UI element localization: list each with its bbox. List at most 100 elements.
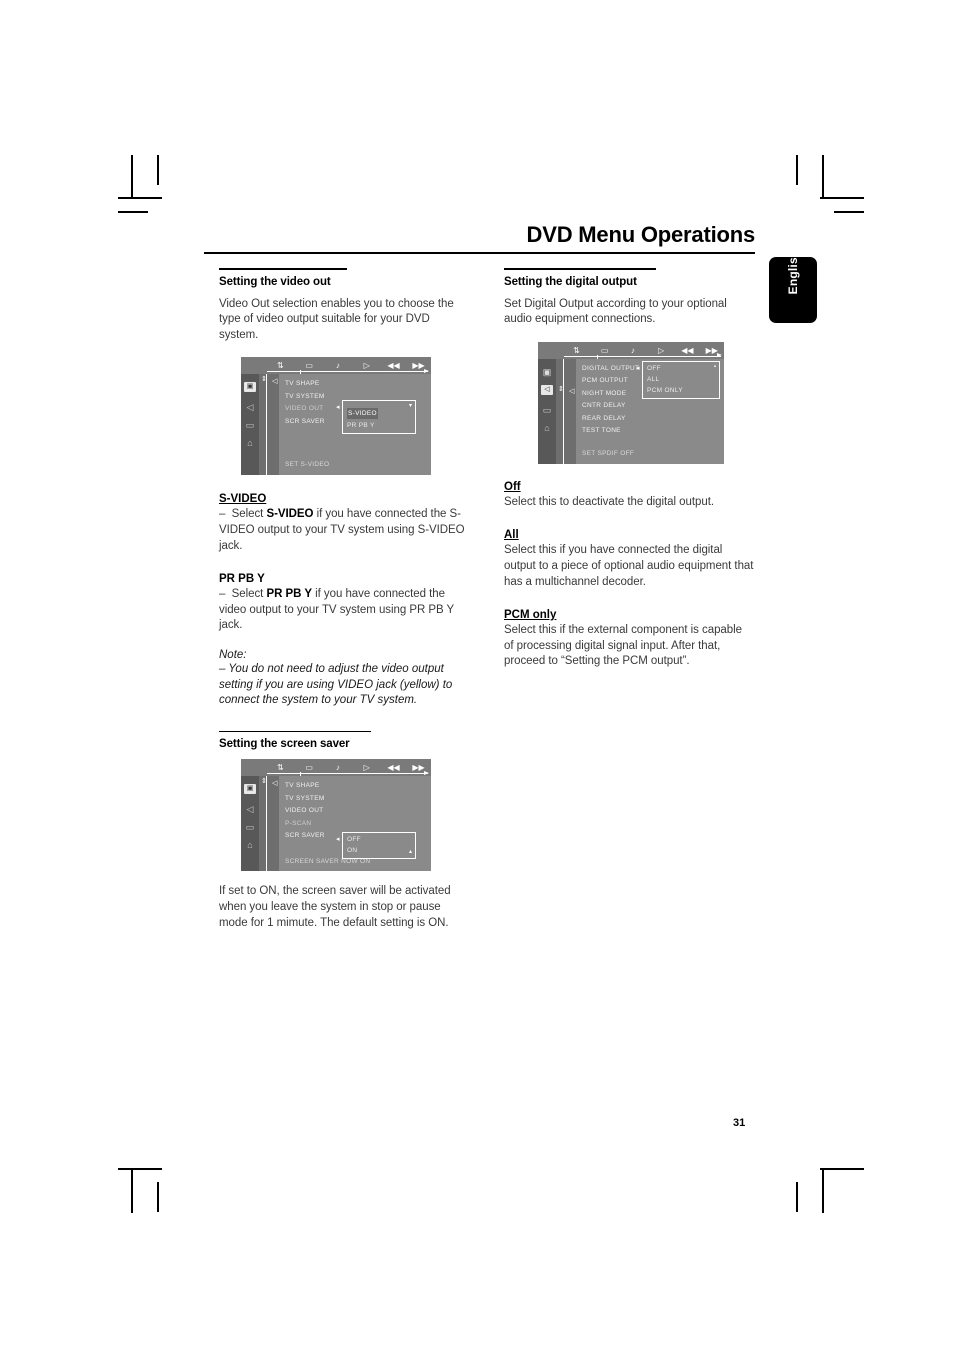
osd-topline	[564, 353, 722, 358]
language-tab-label: English	[786, 249, 800, 295]
preferences-icon[interactable]: ⌂	[241, 836, 259, 854]
menu-item[interactable]: CNTR DELAY	[582, 400, 724, 413]
osd-popup-screen-saver: ◂ OFF ON ▴	[336, 832, 416, 860]
osd-gutter-line	[266, 776, 267, 872]
popup-pointer-icon: ◂	[336, 836, 340, 844]
term-title: PCM only	[504, 609, 557, 622]
preferences-icon[interactable]: ⌂	[241, 434, 259, 452]
crop-mark-bl-vertical	[131, 1169, 133, 1213]
crop-mark-tr-horizontal-2	[834, 211, 864, 213]
term-block-all: All Select this if you have connected th…	[504, 525, 754, 590]
intro-digital-output: Set Digital Output according to your opt…	[504, 297, 727, 326]
crop-mark-tr-vertical-2	[796, 155, 798, 185]
osd-footer: SET S-VIDEO	[285, 461, 330, 469]
chevron-down-icon[interactable]: ▾	[409, 402, 412, 410]
tv-picture-icon[interactable]: ▣	[244, 784, 256, 795]
subtitle-icon[interactable]: ▭	[241, 416, 259, 434]
osd-rail: ▣ ◁ ▭ ⌂	[538, 358, 556, 464]
crop-mark-br-horizontal	[820, 1168, 864, 1170]
term-dash: –	[219, 508, 226, 521]
term-lead: Select	[231, 588, 264, 601]
menu-item[interactable]: TEST TONE	[582, 425, 724, 438]
osd-topbar: ⇅ ▭ ♪ ▷ ◀◀ ▶▶	[241, 357, 431, 375]
crop-mark-bl-vertical-2	[157, 1182, 159, 1212]
menu-item[interactable]: TV SHAPE	[285, 780, 431, 793]
crop-mark-tr-horizontal	[820, 197, 864, 199]
osd-gutter-line	[266, 374, 267, 476]
note-block: Note: – You do not need to adjust the vi…	[219, 649, 469, 709]
popup-option[interactable]: PR PB Y	[347, 420, 411, 431]
note-text: – You do not need to adjust the video ou…	[219, 662, 453, 707]
popup-marker-icon[interactable]: ▪	[714, 363, 716, 371]
term-title: Off	[504, 480, 521, 493]
subtitle-icon[interactable]: ▭	[241, 818, 259, 836]
osd-gutter: ⇕ ◁	[259, 776, 279, 872]
osd-topline	[267, 770, 429, 775]
popup-pointer-icon: ◂	[636, 364, 640, 372]
osd-gutter: ⇕ ◁	[259, 374, 279, 476]
section-rule	[219, 268, 347, 270]
osd-gutter-line	[563, 358, 564, 464]
popup-option-selected[interactable]: S-VIDEO	[347, 408, 378, 420]
preferences-icon[interactable]: ⌂	[538, 419, 556, 437]
menu-item[interactable]: REAR DELAY	[582, 413, 724, 426]
left-column: Setting the video out Video Out selectio…	[219, 268, 469, 945]
osd-gutter: ⇕ ◁	[556, 358, 576, 464]
section-rule	[504, 268, 656, 270]
term-block-pcm-only: PCM only Select this if the external com…	[504, 605, 754, 670]
osd-topbar: ⇅ ▭ ♪ ▷ ◀◀ ▶▶	[538, 341, 724, 359]
up-down-icon: ⇕	[261, 778, 267, 786]
title-rule	[204, 252, 755, 255]
osd-topline	[267, 368, 429, 373]
term-lead: Select	[231, 508, 264, 521]
menu-item[interactable]: VIDEO OUT	[285, 805, 431, 818]
subtitle-icon[interactable]: ▭	[538, 401, 556, 419]
menu-item[interactable]: TV SHAPE	[285, 378, 431, 391]
osd-body: ▣ ◁ ▭ ⌂ ⇕ ◁ TV SHAPE TV SYSTEM VIDEO OUT…	[241, 776, 431, 872]
osd-popup-video-out: ◂ S-VIDEO PR PB Y ▾	[336, 400, 416, 435]
osd-body: ▣ ◁ ▭ ⌂ ⇕ ◁ DIGITAL OUTPUT PCM OUTPUT NI…	[538, 358, 724, 464]
term-title: S-VIDEO	[219, 493, 267, 506]
term-strong: PR PB Y	[266, 588, 312, 601]
body-screen-saver: If set to ON, the screen saver will be a…	[219, 885, 451, 929]
osd-topbar: ⇅ ▭ ♪ ▷ ◀◀ ▶▶	[241, 759, 431, 777]
crop-mark-tl-horizontal	[118, 197, 162, 199]
crop-mark-tr-vertical	[822, 155, 824, 199]
term-body: – Select S-VIDEO if you have connected t…	[219, 507, 469, 554]
popup-option-selected[interactable]: ON	[347, 845, 411, 856]
speaker-icon[interactable]: ◁	[241, 398, 259, 416]
osd-menu-items: TV SHAPE TV SYSTEM VIDEO OUT SCR SAVER S…	[279, 374, 431, 476]
popup-option[interactable]: PCM ONLY	[647, 385, 715, 396]
crop-mark-br-vertical-2	[796, 1182, 798, 1212]
note-label: Note:	[219, 648, 247, 661]
osd-popup-digital-output: ◂ OFF ALL PCM ONLY ▪	[636, 360, 720, 399]
term-dash: –	[219, 588, 226, 601]
speaker-icon[interactable]: ◁	[241, 800, 259, 818]
up-down-icon: ⇕	[558, 385, 564, 393]
heading-setting-screen-saver: Setting the screen saver	[219, 738, 350, 751]
osd-menu-items: TV SHAPE TV SYSTEM VIDEO OUT P-SCAN SCR …	[279, 776, 431, 872]
menu-item[interactable]: TV SYSTEM	[285, 793, 431, 806]
osd-rail: ▣ ◁ ▭ ⌂	[241, 776, 259, 872]
term-body: Select this to deactivate the digital ou…	[504, 495, 714, 508]
intro-video-out: Video Out selection enables you to choos…	[219, 297, 454, 341]
popup-option-selected[interactable]: OFF	[647, 363, 715, 374]
tv-picture-icon[interactable]: ▣	[538, 363, 556, 381]
chevron-up-icon[interactable]: ▴	[409, 848, 412, 856]
crop-mark-bl-horizontal	[118, 1168, 162, 1170]
page-number: 31	[733, 1117, 746, 1129]
term-title: PR PB Y	[219, 573, 265, 586]
popup-option[interactable]: OFF	[347, 834, 411, 845]
popup-option[interactable]: ALL	[647, 374, 715, 385]
tv-picture-icon[interactable]: ▣	[244, 382, 256, 393]
left-arrow-icon: ◁	[272, 780, 278, 788]
osd-footer: SET SPDIF OFF	[582, 449, 635, 457]
menu-item[interactable]: P-SCAN	[285, 818, 431, 831]
popup-pointer-icon: ◂	[336, 404, 340, 412]
osd-screen-saver: ⇅ ▭ ♪ ▷ ◀◀ ▶▶ ▣ ◁ ▭ ⌂ ⇕ ◁ TV SHAPE TV SY	[241, 759, 431, 872]
speaker-icon[interactable]: ◁	[541, 384, 553, 395]
term-body: Select this if the external component is…	[504, 624, 742, 668]
up-down-icon: ⇕	[261, 376, 267, 384]
section-rule	[219, 730, 371, 733]
heading-setting-video-out: Setting the video out	[219, 275, 331, 288]
